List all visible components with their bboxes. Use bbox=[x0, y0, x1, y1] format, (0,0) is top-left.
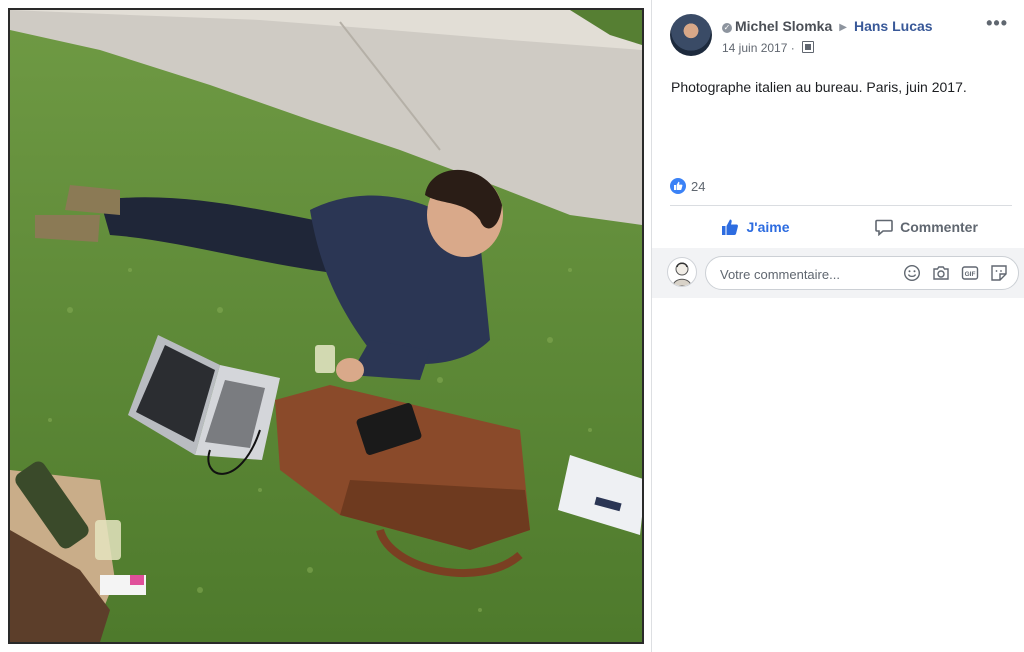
comment-tools: GIF bbox=[903, 264, 1008, 282]
reaction-count: 24 bbox=[691, 179, 706, 194]
more-icon[interactable]: ••• bbox=[986, 14, 1008, 32]
divider bbox=[670, 205, 1012, 206]
post-date[interactable]: 14 juin 2017 bbox=[722, 41, 787, 55]
globe-icon bbox=[802, 41, 815, 53]
photo-image bbox=[10, 10, 642, 642]
comment-button[interactable]: Commenter bbox=[841, 207, 1012, 247]
verified-icon: ✓ bbox=[722, 23, 732, 33]
post-authors: ✓ Michel Slomka ▶ Hans Lucas bbox=[722, 18, 933, 34]
meta-separator: · bbox=[790, 41, 795, 55]
comment-input[interactable] bbox=[718, 257, 892, 291]
post-meta: 14 juin 2017 · bbox=[722, 41, 815, 55]
avatar[interactable] bbox=[670, 14, 712, 56]
camera-icon[interactable] bbox=[932, 264, 950, 282]
gif-icon[interactable]: GIF bbox=[961, 264, 979, 282]
post-actions: J'aime Commenter bbox=[670, 207, 1012, 247]
photo-viewer[interactable] bbox=[0, 0, 652, 652]
comment-box: GIF bbox=[705, 256, 1019, 291]
like-button[interactable]: J'aime bbox=[670, 207, 841, 247]
comment-composer: GIF bbox=[652, 248, 1024, 298]
post-header: ✓ Michel Slomka ▶ Hans Lucas 14 juin 2017 ·… bbox=[670, 14, 1010, 60]
comment-icon bbox=[875, 219, 893, 236]
author-link[interactable]: Michel Slomka bbox=[735, 18, 832, 34]
page-link[interactable]: Hans Lucas bbox=[854, 18, 933, 34]
post-caption: Photographe italien au bureau. Paris, ju… bbox=[671, 79, 967, 95]
sticker-icon[interactable] bbox=[990, 264, 1008, 282]
like-label: J'aime bbox=[746, 219, 790, 235]
reaction-summary[interactable]: 24 bbox=[670, 178, 705, 194]
gif-label: GIF bbox=[965, 271, 976, 278]
smiley-icon[interactable] bbox=[903, 264, 921, 282]
user-avatar[interactable] bbox=[667, 257, 697, 287]
comment-label: Commenter bbox=[900, 219, 978, 235]
like-icon bbox=[670, 178, 686, 194]
chevron-right-icon: ▶ bbox=[839, 22, 847, 33]
post-photo[interactable] bbox=[8, 8, 644, 644]
post-details-panel: ✓ Michel Slomka ▶ Hans Lucas 14 juin 2017 ·… bbox=[652, 0, 1024, 652]
thumbs-up-icon bbox=[722, 219, 739, 235]
